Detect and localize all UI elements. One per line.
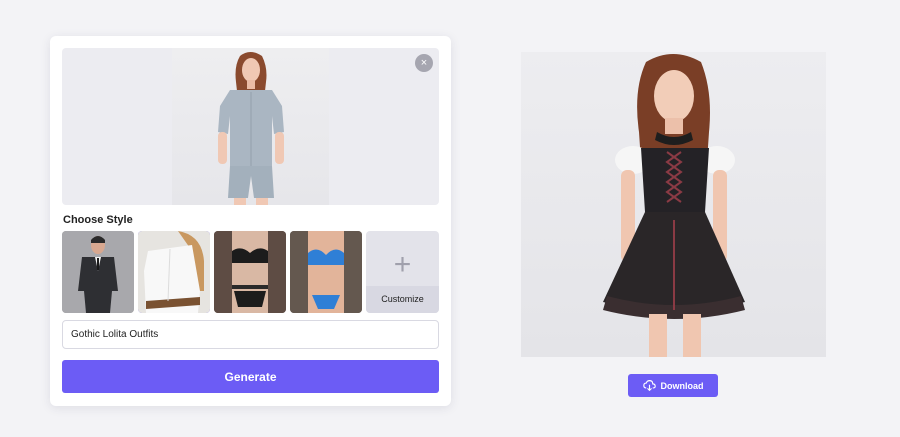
person-gothic-lolita-dress-illustration [603, 54, 745, 357]
blue-bikini-illustration [290, 231, 362, 313]
style-thumb-black-suit[interactable] [62, 231, 134, 313]
cloud-download-icon [642, 380, 656, 392]
black-lingerie-illustration [214, 231, 286, 313]
close-icon[interactable]: × [415, 54, 433, 72]
download-label: Download [660, 380, 704, 391]
uploaded-image-area[interactable]: × [62, 48, 439, 205]
style-thumb-blue-bikini[interactable] [290, 231, 362, 313]
customize-style-button[interactable]: + Customize [366, 231, 439, 313]
style-thumb-white-blouse[interactable] [138, 231, 210, 313]
generate-button[interactable]: Generate [62, 360, 439, 393]
style-prompt-input[interactable] [62, 320, 439, 349]
uploaded-photo [172, 48, 329, 205]
customize-label: Customize [366, 286, 439, 313]
download-button[interactable]: Download [628, 374, 718, 397]
generator-panel: × Choose Style + Customize Gothic Lolita… [50, 36, 451, 406]
style-thumb-black-lace-lingerie[interactable] [214, 231, 286, 313]
plus-icon: + [393, 248, 412, 281]
generated-result-image [521, 52, 826, 357]
person-grey-outfit-illustration [218, 52, 284, 205]
style-thumbnails: + Customize [62, 231, 439, 313]
white-blouse-illustration [138, 231, 210, 313]
choose-style-heading: Choose Style [63, 214, 133, 226]
black-suit-illustration [62, 231, 134, 313]
